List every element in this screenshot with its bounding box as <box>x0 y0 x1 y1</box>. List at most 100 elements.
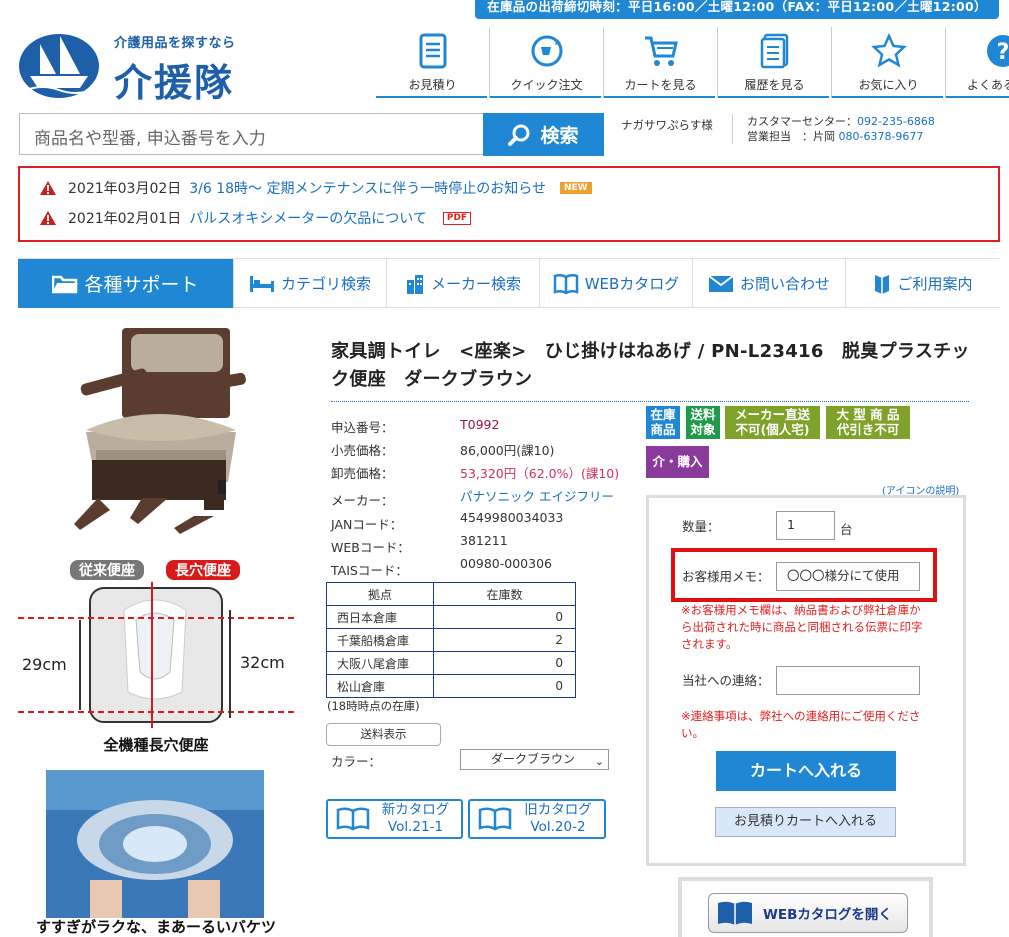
badge-in-stock: 在庫 商品 <box>646 406 680 439</box>
warning-icon <box>40 181 56 195</box>
product-title: 家具調トイレ <座楽> ひじ掛けはねあげ / PN-L23416 脱臭プラスチッ… <box>331 341 970 390</box>
spec-label: TAISコード： <box>331 563 408 578</box>
nav-cart[interactable]: カートを見る <box>604 27 718 98</box>
nav-web-catalog[interactable]: WEBカタログ <box>540 259 693 308</box>
seat-diagram: 従来便座 長穴便座 29cm 32cm 全機種長穴便座 <box>18 560 294 754</box>
book-icon <box>553 273 578 294</box>
badge-line: 在庫 <box>650 407 676 422</box>
nav-history-label: 履歴を見る <box>744 78 805 92</box>
badge-large-item: 大 型 商 品代引き不可 <box>826 406 910 439</box>
nav-contact[interactable]: お問い合わせ <box>693 259 846 308</box>
spec-label: メーカー： <box>331 493 394 508</box>
caption-bucket: すすぎがラクな、まあーるいバケツ <box>36 918 276 936</box>
nav-favorites-label: お気に入り <box>858 78 919 92</box>
history-icon <box>756 32 794 70</box>
nav-quick-order[interactable]: クイック注文 <box>490 27 604 98</box>
question-icon: ? <box>984 32 1009 70</box>
spec-label: JANコード： <box>331 517 403 532</box>
stock-note: (18時時点の在庫) <box>327 699 420 713</box>
add-to-cart-button[interactable]: カートへ入れる <box>716 751 896 791</box>
memo-label: お客様用メモ： <box>682 569 770 584</box>
old-catalog-button[interactable]: 旧カタログ Vol.20-2 <box>468 799 606 839</box>
bucket-image: すすぎがラクな、まあーるいバケツ <box>36 770 276 936</box>
cart-icon <box>642 32 680 70</box>
spec-order-no: T0992 <box>460 417 500 432</box>
contact-input[interactable] <box>776 666 920 695</box>
new-catalog-line1: 新カタログ <box>381 802 450 818</box>
nav-faq-label: よくある質問 <box>966 78 1009 92</box>
stock-table: 拠点 在庫数 西日本倉庫 0 千葉船橋倉庫 2 大阪八尾倉庫 0 松山倉庫 0 <box>326 582 576 698</box>
stock-location: 千葉船橋倉庫 <box>326 628 434 652</box>
open-web-catalog-button[interactable]: WEBカタログを開く <box>708 893 908 933</box>
nav-web-catalog-label: WEBカタログ <box>584 275 680 293</box>
spec-label: WEBコード： <box>331 540 410 555</box>
nav-maker[interactable]: メーカー検索 <box>387 259 540 308</box>
search-button[interactable]: 検索 <box>483 113 604 156</box>
spec-maker-link[interactable]: パナソニック エイジフリー <box>460 486 614 505</box>
badge-line: 不可(個人宅) <box>735 422 810 437</box>
toilet-chair-image <box>74 328 246 534</box>
mail-icon <box>708 274 734 292</box>
svg-text:?: ? <box>997 40 1009 65</box>
open-web-catalog-label: WEBカタログを開く <box>763 907 892 923</box>
spec-web-code: 381211 <box>460 533 508 548</box>
spec-label: 卸売価格： <box>331 466 394 481</box>
color-label: カラー： <box>331 754 382 769</box>
add-to-quote-button[interactable]: お見積りカートへ入れる <box>715 807 896 837</box>
nav-favorites[interactable]: お気に入り <box>832 27 946 98</box>
nav-history[interactable]: 履歴を見る <box>718 27 832 98</box>
search-button-label: 検索 <box>540 125 579 147</box>
chevron-down-icon: ⌄ <box>594 755 604 768</box>
badge-line: 対象 <box>690 422 716 437</box>
badge-shipping: 送料 対象 <box>686 406 720 439</box>
new-catalog-button[interactable]: 新カタログ Vol.21-1 <box>326 799 463 839</box>
product-photo[interactable]: 従来便座 長穴便座 29cm 32cm 全機種長穴便座 すすぎがラクな、まあーる… <box>18 320 294 937</box>
label-long-hole: 長穴便座 <box>175 562 231 579</box>
spec-jan: 4549980034033 <box>460 510 564 525</box>
notice-date: 2021年02月01日 <box>68 211 182 227</box>
old-catalog-line2: Vol.20-2 <box>530 819 586 835</box>
color-select[interactable]: ダークブラウン ⌄ <box>460 749 609 770</box>
dim-left: 29cm <box>22 655 67 674</box>
order-panel: 数量： 1 台 お客様用メモ： 〇〇〇様分にて使用 ※お客様用メモ欄は、納品書お… <box>646 495 966 866</box>
badge-direct-ship: メーカー直送 不可(個人宅) <box>725 406 820 439</box>
nav-quote-label: お見積り <box>408 78 457 92</box>
nav-category[interactable]: カテゴリ検索 <box>234 259 387 308</box>
qty-label: 数量： <box>682 519 720 534</box>
table-header-row: 拠点 在庫数 <box>326 582 576 606</box>
search-icon <box>508 124 530 146</box>
spec-label: 申込番号： <box>331 420 394 435</box>
notice-date: 2021年03月02日 <box>68 181 182 197</box>
badge-line: 大 型 商 品 <box>836 407 900 422</box>
notice-link[interactable]: パルスオキシメーターの欠品について <box>189 208 427 228</box>
center-label: カスタマーセンター： <box>747 115 857 128</box>
color-select-value: ダークブラウン <box>491 752 576 766</box>
spec-label: 小売価格： <box>331 443 394 458</box>
site-logo[interactable]: 介護用品を探すなら 介援隊 <box>18 24 238 105</box>
memo-note: ※お客様用メモ欄は、納品書および弊社倉庫から出荷された時に商品と同梱される伝票に… <box>681 603 923 651</box>
logo-tagline: 介護用品を探すなら <box>114 36 236 51</box>
nav-contact-label: お問い合わせ <box>739 275 830 293</box>
rep-tel[interactable]: 080-6378-9677 <box>839 130 924 143</box>
nav-quote[interactable]: お見積り <box>376 27 490 98</box>
nav-faq[interactable]: ? よくある質問 <box>946 27 1009 98</box>
shipping-fee-button[interactable]: 送料表示 <box>326 723 441 746</box>
notice-item: 2021年03月02日 3/6 18時～ 定期メンテナンスに伴う一時停止のお知ら… <box>40 178 592 198</box>
nav-guide[interactable]: ご利用案内 <box>846 259 1000 308</box>
contact-note: ※連絡事項は、弊社への連絡用にご使用ください。 <box>681 709 921 740</box>
warning-icon <box>40 211 56 225</box>
ship-logo-icon <box>19 34 99 98</box>
center-tel[interactable]: 092-235-6868 <box>857 115 935 128</box>
memo-input[interactable]: 〇〇〇様分にて使用 <box>776 562 920 591</box>
search-input[interactable]: 商品名や型番, 申込番号を入力 <box>19 113 484 155</box>
bed-icon <box>249 275 274 292</box>
stock-qty: 0 <box>433 674 576 698</box>
new-badge: NEW <box>559 182 592 194</box>
pdf-badge: PDF <box>442 211 472 225</box>
notice-link[interactable]: 3/6 18時～ 定期メンテナンスに伴う一時停止のお知らせ <box>189 178 546 198</box>
document-icon <box>414 32 452 70</box>
badge-line: メーカー直送 <box>734 407 810 422</box>
qty-input[interactable]: 1 <box>776 511 835 540</box>
stock-qty: 0 <box>433 605 576 629</box>
nav-support[interactable]: 各種サポート <box>18 259 234 308</box>
